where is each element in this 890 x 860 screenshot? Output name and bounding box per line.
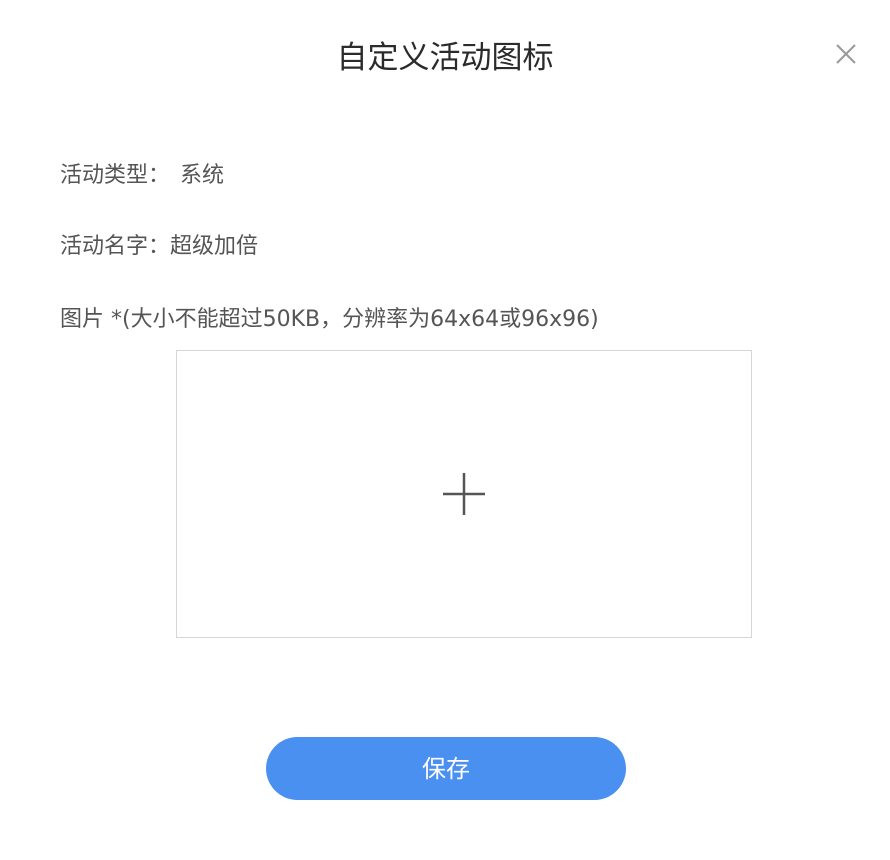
activity-name-row: 活动名字：超级加倍 (60, 231, 258, 263)
activity-type-row: 活动类型： 系统 (60, 160, 224, 192)
close-button[interactable] (832, 40, 860, 68)
activity-name-value: 超级加倍 (170, 234, 259, 259)
image-label: 图片 *(大小不能超过50KB，分辨率为64x64或96x96) (60, 307, 599, 332)
custom-activity-icon-dialog: 自定义活动图标 活动类型： 系统 活动名字：超级加倍 图片 *(大小不能超过50K… (0, 0, 890, 860)
activity-name-label: 活动名字： (60, 234, 171, 259)
plus-icon (443, 473, 485, 515)
close-icon (836, 44, 856, 64)
activity-type-label: 活动类型： (60, 163, 171, 188)
dialog-title: 自定义活动图标 (336, 40, 554, 76)
image-upload-area[interactable] (176, 350, 752, 638)
save-button[interactable]: 保存 (266, 737, 626, 800)
activity-type-value: 系统 (180, 163, 225, 188)
